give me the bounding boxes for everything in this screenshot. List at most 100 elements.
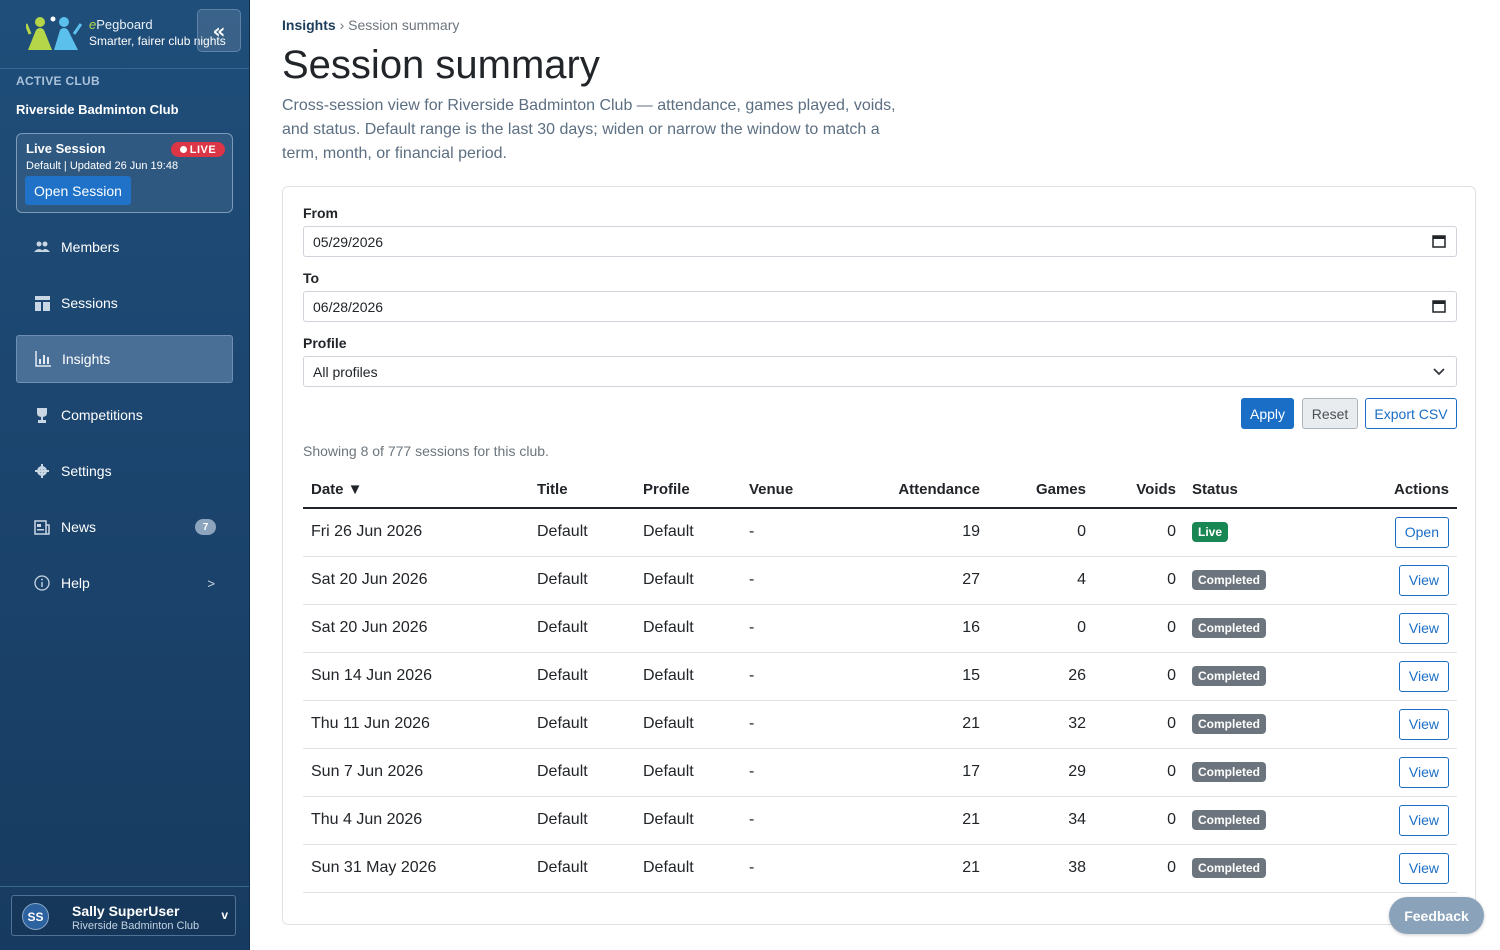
sidebar-item-insights[interactable]: Insights bbox=[16, 335, 233, 383]
column-header-date[interactable]: Date ▼ bbox=[303, 472, 529, 509]
cell-date: Sat 20 Jun 2026 bbox=[303, 604, 529, 653]
cell-voids: 0 bbox=[1094, 508, 1184, 557]
profile-select-value: All profiles bbox=[313, 363, 378, 380]
cell-profile: Default bbox=[635, 748, 741, 797]
cell-attendance: 27 bbox=[821, 556, 988, 605]
news-count-badge: 7 bbox=[195, 519, 216, 535]
user-menu[interactable]: SS Sally SuperUser Riverside Badminton C… bbox=[11, 895, 236, 936]
cell-actions: View bbox=[1324, 700, 1457, 749]
gear-icon bbox=[33, 462, 51, 480]
cell-date: Sun 14 Jun 2026 bbox=[303, 652, 529, 701]
live-session-meta: Default | Updated 26 Jun 19:48 bbox=[26, 160, 179, 172]
cell-profile: Default bbox=[635, 556, 741, 605]
session-summary-card: From 05/29/2026 To 06/28/2026 Profile Al… bbox=[282, 186, 1476, 925]
cell-games: 34 bbox=[988, 796, 1094, 845]
live-badge: LIVE bbox=[171, 142, 225, 157]
view-session-button[interactable]: View bbox=[1398, 756, 1449, 788]
cell-date: Sun 31 May 2026 bbox=[303, 844, 529, 893]
sidebar-item-sessions[interactable]: Sessions bbox=[16, 279, 233, 327]
cell-status: Completed bbox=[1184, 604, 1324, 653]
open-session-row-button[interactable]: Open bbox=[1394, 516, 1449, 548]
cell-actions: View bbox=[1324, 844, 1457, 893]
cell-status: Completed bbox=[1184, 844, 1324, 893]
cell-status: Completed bbox=[1184, 556, 1324, 605]
cell-voids: 0 bbox=[1094, 844, 1184, 893]
sidebar-item-label: Competitions bbox=[61, 407, 143, 423]
view-session-button[interactable]: View bbox=[1398, 660, 1449, 692]
cell-venue: - bbox=[741, 844, 821, 893]
from-label: From bbox=[303, 205, 338, 221]
sidebar-item-label: Settings bbox=[61, 463, 112, 479]
status-badge: Completed bbox=[1192, 762, 1267, 782]
cell-venue: - bbox=[741, 796, 821, 845]
sidebar-item-label: News bbox=[61, 519, 97, 535]
cell-profile: Default bbox=[635, 700, 741, 749]
table-header-row: Date ▼ Title Profile Venue Attendance Ga… bbox=[303, 472, 1457, 509]
view-session-button[interactable]: View bbox=[1398, 708, 1449, 740]
profile-select[interactable]: All profiles bbox=[303, 356, 1457, 387]
chevron-down-icon: v bbox=[221, 908, 228, 922]
table-row: Sun 7 Jun 2026 Default Default - 17 29 0… bbox=[303, 748, 1457, 797]
sidebar: ePegboard Smarter, fairer club nights « … bbox=[0, 0, 250, 950]
sidebar-item-settings[interactable]: Settings bbox=[16, 447, 233, 495]
cell-actions: View bbox=[1324, 604, 1457, 653]
brand-header: ePegboard Smarter, fairer club nights « bbox=[0, 0, 249, 69]
cell-title: Default bbox=[529, 796, 635, 845]
reset-button[interactable]: Reset bbox=[1302, 398, 1358, 429]
cell-games: 38 bbox=[988, 844, 1094, 893]
breadcrumb-current: Session summary bbox=[348, 17, 460, 33]
cell-profile: Default bbox=[635, 508, 741, 557]
help-icon bbox=[33, 574, 51, 592]
sidebar-item-news[interactable]: News 7 bbox=[16, 503, 233, 551]
to-date-input[interactable]: 06/28/2026 bbox=[303, 291, 1457, 322]
cell-date: Sun 7 Jun 2026 bbox=[303, 748, 529, 797]
cell-profile: Default bbox=[635, 796, 741, 845]
calendar-icon[interactable] bbox=[1432, 234, 1446, 248]
feedback-button[interactable]: Feedback bbox=[1389, 897, 1484, 934]
cell-date: Thu 11 Jun 2026 bbox=[303, 700, 529, 749]
cell-venue: - bbox=[741, 700, 821, 749]
sidebar-item-help[interactable]: Help > bbox=[16, 559, 233, 607]
live-session-title: Live Session bbox=[26, 141, 106, 156]
live-session-card: Live Session LIVE Default | Updated 26 J… bbox=[16, 133, 233, 213]
collapse-sidebar-button[interactable]: « bbox=[197, 9, 241, 52]
column-header-voids: Voids bbox=[1094, 472, 1184, 509]
sidebar-item-label: Insights bbox=[62, 351, 111, 367]
view-session-button[interactable]: View bbox=[1398, 804, 1449, 836]
table-row: Sun 31 May 2026 Default Default - 21 38 … bbox=[303, 844, 1457, 893]
sidebar-item-competitions[interactable]: Competitions bbox=[16, 391, 233, 439]
cell-title: Default bbox=[529, 604, 635, 653]
sidebar-divider bbox=[0, 886, 249, 887]
open-session-button[interactable]: Open Session bbox=[25, 176, 131, 205]
export-csv-button[interactable]: Export CSV bbox=[1365, 398, 1457, 429]
results-count-text: Showing 8 of 777 sessions for this club. bbox=[303, 443, 549, 459]
table-row: Fri 26 Jun 2026 Default Default - 19 0 0… bbox=[303, 508, 1457, 557]
calendar-icon[interactable] bbox=[1432, 299, 1446, 313]
cell-title: Default bbox=[529, 700, 635, 749]
status-badge: Completed bbox=[1192, 858, 1267, 878]
view-session-button[interactable]: View bbox=[1398, 852, 1449, 884]
cell-date: Sat 20 Jun 2026 bbox=[303, 556, 529, 605]
profile-label: Profile bbox=[303, 335, 347, 351]
apply-button[interactable]: Apply bbox=[1241, 398, 1294, 429]
status-badge: Completed bbox=[1192, 666, 1267, 686]
status-badge: Completed bbox=[1192, 714, 1267, 734]
chevron-right-icon: > bbox=[207, 575, 215, 591]
sidebar-item-label: Sessions bbox=[61, 295, 118, 311]
cell-profile: Default bbox=[635, 844, 741, 893]
cell-voids: 0 bbox=[1094, 700, 1184, 749]
breadcrumb-insights-link[interactable]: Insights bbox=[282, 17, 336, 33]
members-icon bbox=[33, 238, 51, 256]
cell-games: 4 bbox=[988, 556, 1094, 605]
cell-voids: 0 bbox=[1094, 652, 1184, 701]
cell-attendance: 21 bbox=[821, 796, 988, 845]
sidebar-item-members[interactable]: Members bbox=[16, 223, 233, 271]
column-header-title: Title bbox=[529, 472, 635, 509]
table-row: Sun 14 Jun 2026 Default Default - 15 26 … bbox=[303, 652, 1457, 701]
view-session-button[interactable]: View bbox=[1398, 612, 1449, 644]
cell-actions: View bbox=[1324, 556, 1457, 605]
cell-status: Completed bbox=[1184, 700, 1324, 749]
from-date-input[interactable]: 05/29/2026 bbox=[303, 226, 1457, 257]
view-session-button[interactable]: View bbox=[1398, 564, 1449, 596]
news-icon bbox=[33, 518, 51, 536]
